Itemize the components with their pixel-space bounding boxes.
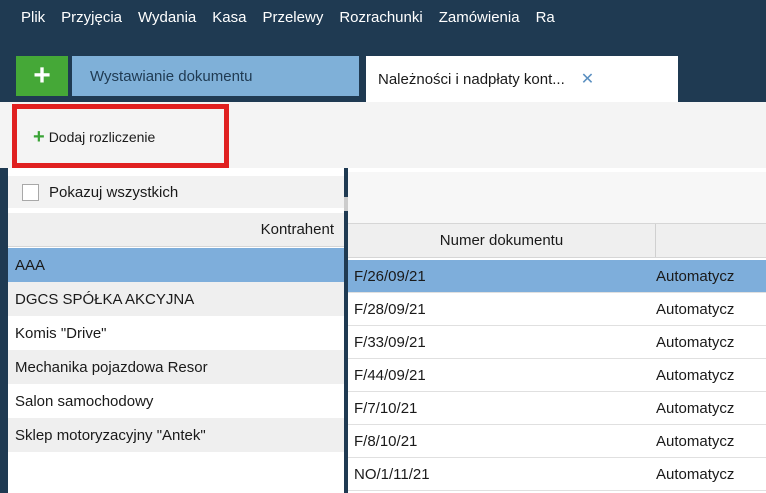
show-all-checkbox[interactable] [22,183,39,201]
column-header-next[interactable] [656,224,766,257]
document-status: Automatycz [656,366,735,384]
list-item[interactable]: DGCS SPÓŁKA AKCYJNA [8,282,344,316]
menu-przyjecia[interactable]: Przyjęcia [61,0,122,36]
list-item[interactable]: Mechanika pojazdowa Resor [8,350,344,384]
document-status: Automatycz [656,399,735,417]
menu-wydania[interactable]: Wydania [138,0,196,36]
contractors-list: AAA DGCS SPÓŁKA AKCYJNA Komis "Drive" Me… [8,248,344,452]
document-number: F/7/10/21 [354,399,418,417]
list-item[interactable]: Komis "Drive" [8,316,344,350]
document-number: F/33/09/21 [354,333,426,351]
table-row[interactable]: F/28/09/21 Automatycz [348,293,766,326]
document-status: Automatycz [656,300,735,318]
document-number: F/8/10/21 [354,432,418,450]
document-number: F/26/09/21 [354,267,426,285]
show-all-row[interactable]: Pokazuj wszystkich [8,176,344,208]
menu-ra[interactable]: Ra [536,0,555,36]
menu-przelewy[interactable]: Przelewy [262,0,323,36]
documents-list: F/26/09/21 Automatycz F/28/09/21 Automat… [348,260,766,491]
add-tab-button[interactable]: + [16,56,68,96]
tab-naleznosci[interactable]: Należności i nadpłaty kont... ✕ [366,56,678,102]
documents-header: Numer dokumentu [348,224,766,258]
close-icon[interactable]: ✕ [581,69,594,89]
list-item[interactable]: Sklep motoryzacyjny "Antek" [8,418,344,452]
add-settlement-button[interactable]: + Dodaj rozliczenie [33,121,155,153]
table-row[interactable]: F/8/10/21 Automatycz [348,425,766,458]
table-row[interactable]: F/33/09/21 Automatycz [348,326,766,359]
table-row[interactable]: F/26/09/21 Automatycz [348,260,766,293]
table-row[interactable]: F/7/10/21 Automatycz [348,392,766,425]
menu-plik[interactable]: Plik [21,0,45,36]
list-item[interactable]: Salon samochodowy [8,384,344,418]
left-border [0,168,8,493]
tab-label: Wystawianie dokumentu [90,67,253,85]
document-status: Automatycz [656,465,735,483]
menu-rozrachunki[interactable]: Rozrachunki [339,0,422,36]
list-item[interactable]: AAA [8,248,344,282]
add-settlement-label: Dodaj rozliczenie [48,129,156,145]
column-header-kontrahent[interactable]: Kontrahent [8,213,344,247]
document-number: NO/1/11/21 [354,465,430,483]
menu-bar: Plik Przyjęcia Wydania Kasa Przelewy Roz… [0,0,766,36]
plus-icon: + [33,126,45,148]
tab-label: Należności i nadpłaty kont... [378,70,565,88]
menu-kasa[interactable]: Kasa [212,0,246,36]
documents-filter-area [348,172,766,224]
document-status: Automatycz [656,432,735,450]
table-row[interactable]: F/44/09/21 Automatycz [348,359,766,392]
show-all-label: Pokazuj wszystkich [49,183,179,201]
table-row[interactable]: NO/1/11/21 Automatycz [348,458,766,491]
document-status: Automatycz [656,267,735,285]
document-number: F/28/09/21 [354,300,426,318]
document-status: Automatycz [656,333,735,351]
document-number: F/44/09/21 [354,366,426,384]
menu-zamowienia[interactable]: Zamówienia [439,0,520,36]
tab-wystawianie-dokumentu[interactable]: Wystawianie dokumentu [72,56,359,96]
column-header-numer-dokumentu[interactable]: Numer dokumentu [348,224,656,257]
